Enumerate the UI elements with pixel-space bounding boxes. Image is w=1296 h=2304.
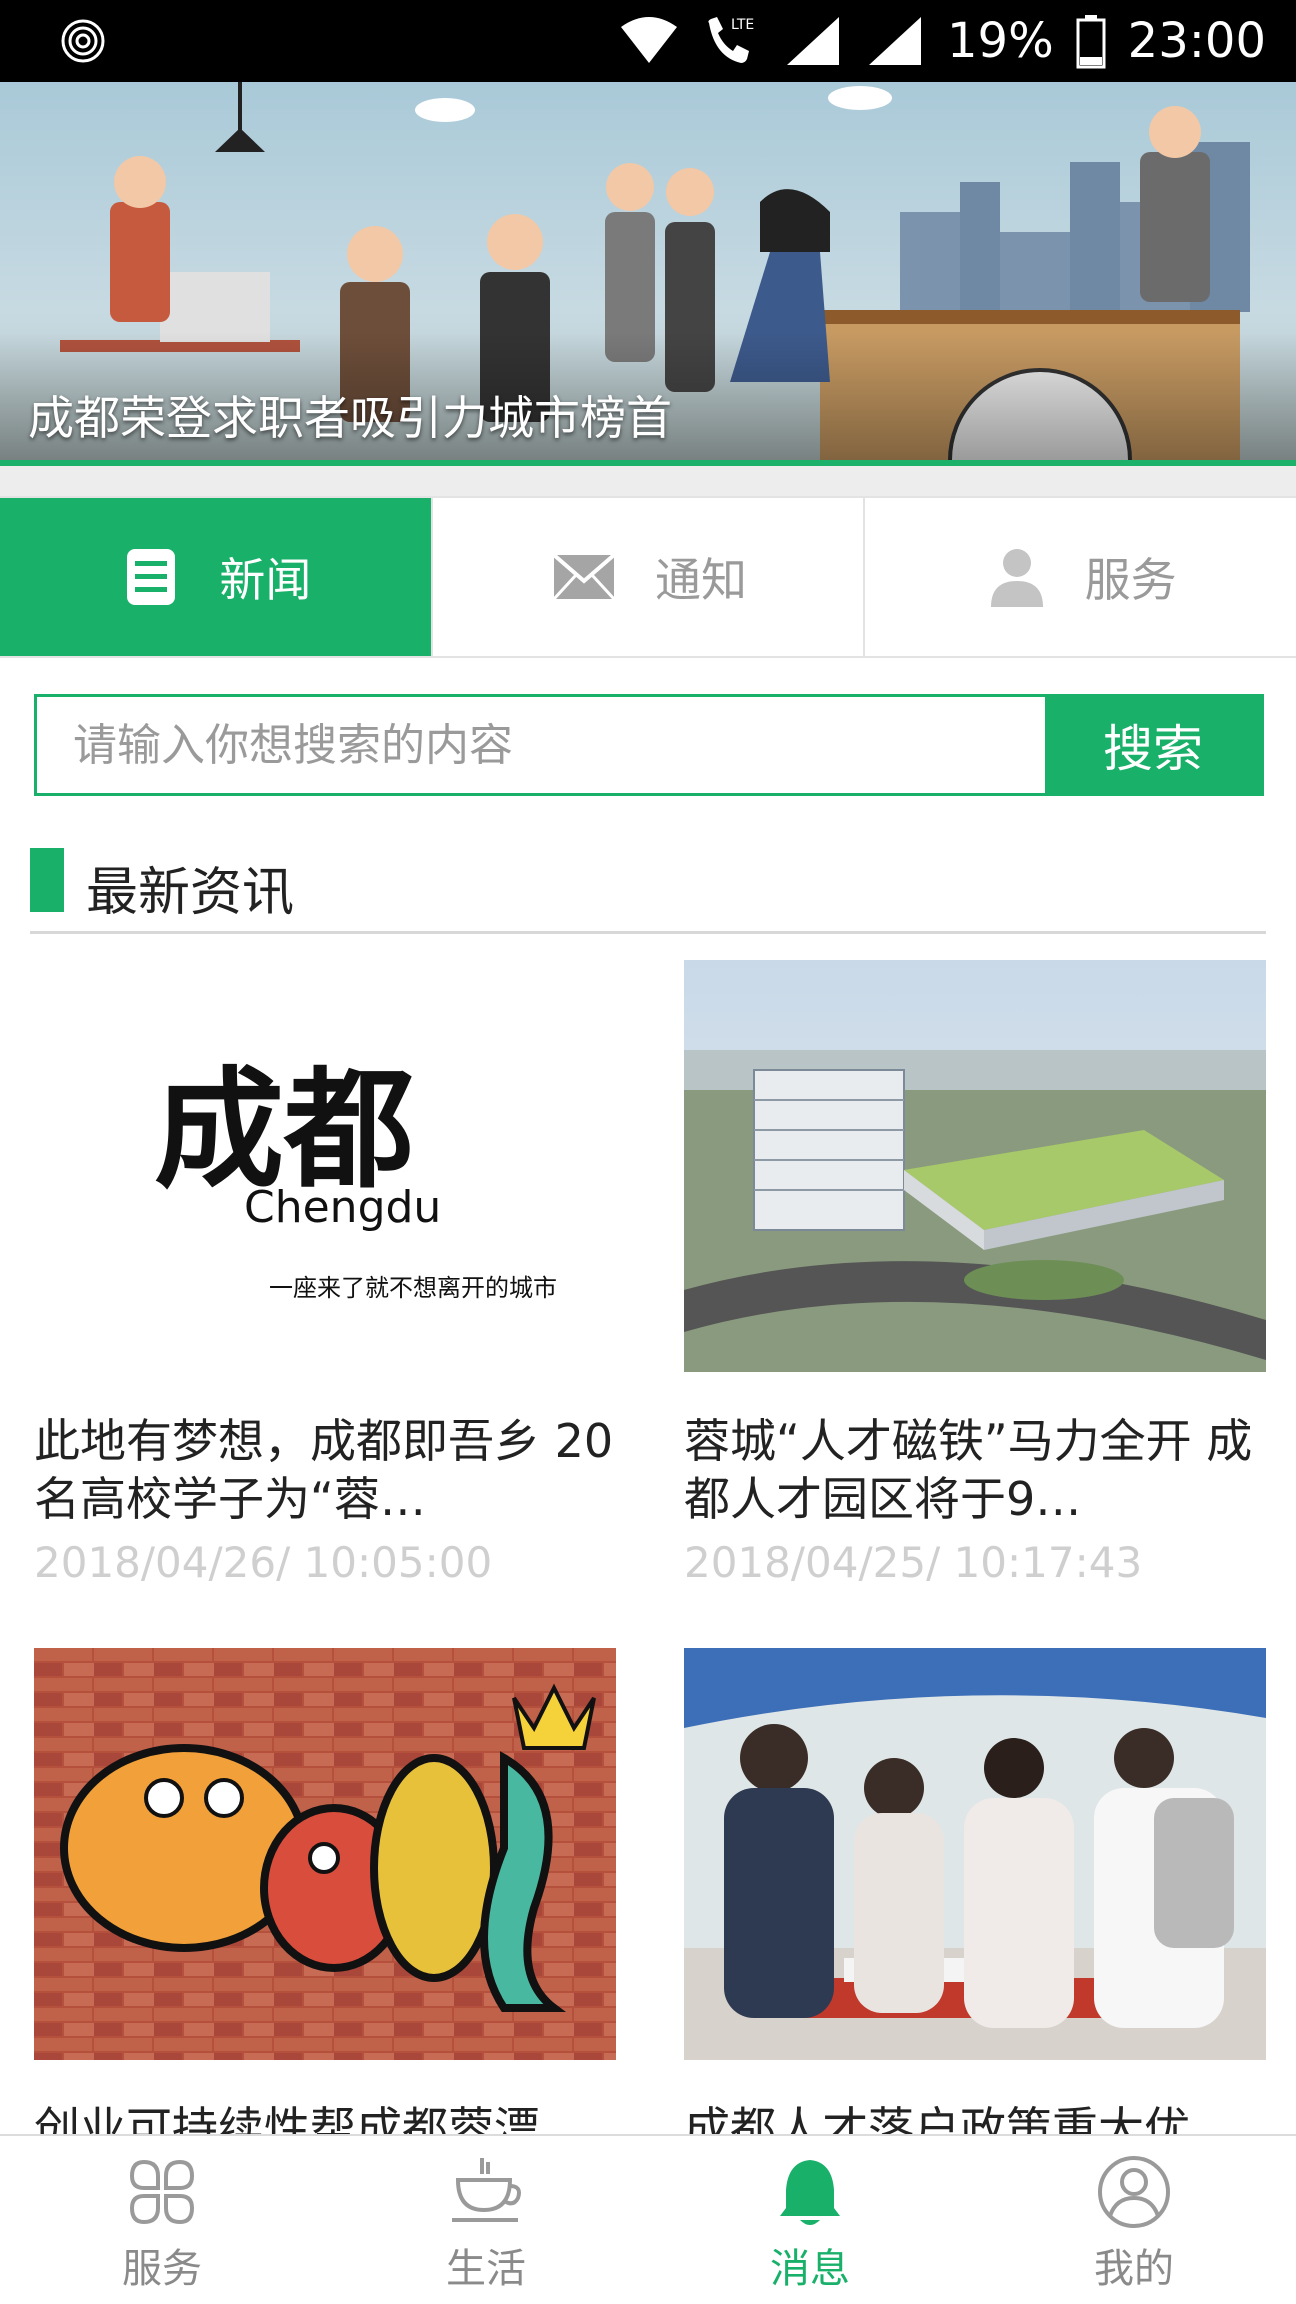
nav-messages[interactable]: 消息 xyxy=(648,2136,972,2304)
services-icon xyxy=(129,2159,195,2225)
chengdu-logo-image: 成都 Chengdu 一座来了就不想离开的城市 xyxy=(154,1054,557,1302)
nav-services[interactable]: 服务 xyxy=(0,2136,324,2304)
tab-notice[interactable]: 通知 xyxy=(432,498,866,656)
news-card[interactable]: 成都 Chengdu 一座来了就不想离开的城市 此地有梦想，成都即吾乡 20名高… xyxy=(34,960,616,1587)
bell-icon xyxy=(780,2160,840,2225)
news-title: 蓉城“人才磁铁”马力全开 成都人才园区将于9… xyxy=(684,1414,1253,1526)
nav-label: 消息 xyxy=(770,2246,850,2292)
person-icon xyxy=(990,549,1043,607)
category-tabs: 新闻 通知 服务 xyxy=(0,496,1296,658)
divider xyxy=(0,466,1296,496)
signal-icon-2 xyxy=(868,17,921,65)
nav-label: 服务 xyxy=(122,2246,202,2292)
news-title: 此地有梦想，成都即吾乡 20名高校学子为“蓉… xyxy=(34,1414,614,1526)
banner-carousel[interactable]: 成都荣登求职者吸引力城市榜首 xyxy=(0,82,1296,460)
app-swirl-icon xyxy=(61,19,105,63)
nav-label: 我的 xyxy=(1094,2246,1174,2292)
search-bar: 搜索 xyxy=(34,694,1264,796)
tab-news[interactable]: 新闻 xyxy=(0,498,433,656)
search-button[interactable]: 搜索 xyxy=(1045,697,1261,793)
status-bar: LTE 19% 23:00 xyxy=(0,0,1296,82)
tab-label: 服务 xyxy=(1084,553,1177,607)
clock: 23:00 xyxy=(1127,13,1266,69)
mail-icon xyxy=(552,553,616,601)
battery-icon xyxy=(1076,15,1106,69)
tab-label: 通知 xyxy=(655,553,747,607)
news-card[interactable]: 成都人才落户政策重大优 xyxy=(684,1648,1266,2216)
news-image-graffiti xyxy=(34,1648,616,2060)
signal-icon xyxy=(786,17,839,65)
section-header: 最新资讯 xyxy=(30,848,1266,934)
aerial-building-image xyxy=(684,960,1266,1372)
section-title: 最新资讯 xyxy=(86,863,295,923)
nav-life[interactable]: 生活 xyxy=(324,2136,648,2304)
tab-service[interactable]: 服务 xyxy=(865,498,1296,656)
news-date: 2018/04/25/ 10:17:43 xyxy=(684,1538,1143,1587)
tab-label: 新闻 xyxy=(219,553,312,607)
graffiti-wall-image xyxy=(34,1648,616,2060)
wifi-icon xyxy=(620,17,677,63)
document-icon xyxy=(127,549,176,605)
news-card[interactable]: 蓉城“人才磁铁”马力全开 成都人才园区将于9… 2018/04/25/ 10:1… xyxy=(684,960,1266,1587)
job-fair-image xyxy=(684,1648,1266,2060)
news-image-aerial xyxy=(684,960,1266,1372)
phone-lte-icon: LTE xyxy=(708,17,754,63)
logo-sub-text: Chengdu xyxy=(244,1182,441,1233)
section-accent-bar xyxy=(30,848,64,912)
banner-caption: 成都荣登求职者吸引力城市榜首 xyxy=(28,391,672,445)
coffee-cup-icon xyxy=(452,2158,521,2222)
nav-profile[interactable]: 我的 xyxy=(972,2136,1296,2304)
news-image-chengdu: 成都 Chengdu 一座来了就不想离开的城市 xyxy=(34,960,616,1372)
profile-icon xyxy=(1098,2156,1170,2228)
logo-slogan-text: 一座来了就不想离开的城市 xyxy=(269,1274,557,1302)
lte-label: LTE xyxy=(731,17,754,33)
battery-percent: 19% xyxy=(946,13,1054,69)
bottom-navigation: 服务 生活 消息 我的 xyxy=(0,2134,1296,2304)
search-input[interactable] xyxy=(37,697,1045,793)
news-card[interactable]: 创业可持续性帮成都蓉漂 xyxy=(34,1648,616,2216)
nav-label: 生活 xyxy=(446,2246,526,2292)
news-image-jobfair xyxy=(684,1648,1266,2060)
news-date: 2018/04/26/ 10:05:00 xyxy=(34,1538,493,1587)
